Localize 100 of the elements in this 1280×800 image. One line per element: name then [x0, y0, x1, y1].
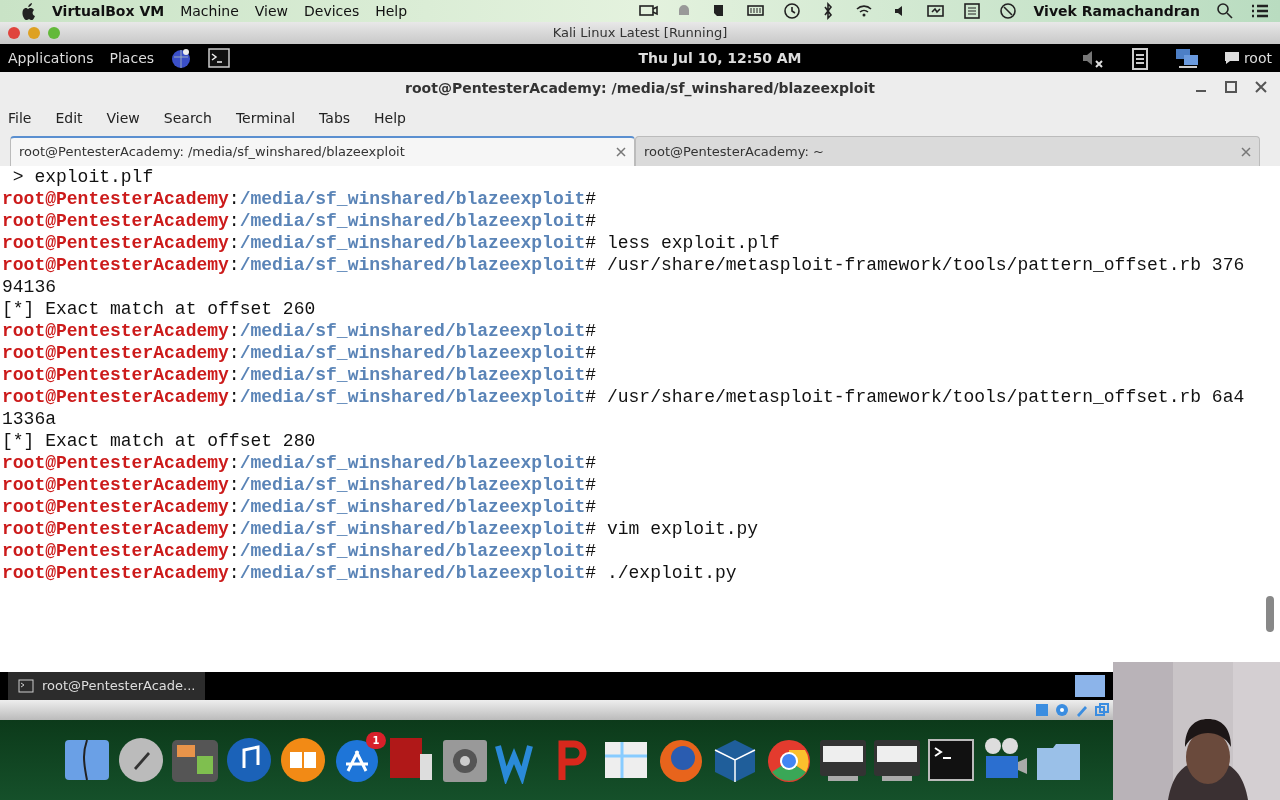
globe-icon[interactable] — [170, 47, 193, 69]
close-icon[interactable] — [1241, 146, 1251, 157]
taskbar-item[interactable]: root@PentesterAcade... — [8, 672, 206, 700]
window-title: Kali Linux Latest [Running] — [552, 24, 728, 43]
prompt-path: /media/sf_winshared/blazeexploit — [239, 343, 586, 363]
command-text: less exploit.plf — [606, 233, 780, 253]
prompt-separator: : — [228, 475, 240, 495]
prompt-separator: : — [228, 541, 240, 561]
prompt-user: root@PentesterAcademy — [2, 497, 229, 517]
prompt-sign: # — [585, 497, 597, 517]
prompt-path: /media/sf_winshared/blazeexploit — [239, 519, 586, 539]
output-text: > exploit.plf — [11, 167, 154, 187]
command-text: ./exploit.py — [606, 563, 737, 583]
prompt-sign: # — [585, 255, 597, 275]
calendar-icon[interactable] — [961, 1, 982, 21]
tab-label: root@PentesterAcademy: /media/sf_winshared/blazeexploit — [19, 143, 406, 162]
terminal-icon[interactable] — [926, 736, 976, 784]
prompt-path: /media/sf_winshared/blazeexploit — [239, 189, 586, 209]
output-text: 94136 — [2, 277, 56, 297]
prompt-path: /media/sf_winshared/blazeexploit — [239, 233, 586, 253]
tab-label: root@PentesterAcademy: ~ — [644, 142, 825, 161]
prompt-path: /media/sf_winshared/blazeexploit — [239, 211, 586, 231]
command-text: /usr/share/metasploit-framework/tools/pattern_offset.rb 6a4 — [606, 387, 1245, 407]
prompt-user: root@PentesterAcademy — [2, 321, 229, 341]
prompt-sign: # — [585, 189, 597, 209]
prompt-user: root@PentesterAcademy — [2, 233, 229, 253]
prompt-path: /media/sf_winshared/blazeexploit — [239, 475, 586, 495]
prompt-sign: # — [585, 321, 597, 341]
workspace-switcher[interactable] — [1075, 675, 1105, 697]
network-icon[interactable] — [1173, 47, 1200, 69]
prompt-user: root@PentesterAcademy — [2, 255, 229, 275]
prompt-sign: # — [585, 233, 597, 253]
clock-icon[interactable] — [781, 1, 802, 21]
prompt-separator: : — [228, 321, 240, 341]
app-menu[interactable]: VirtualBox VM — [52, 0, 165, 22]
terminal-icon — [18, 679, 34, 693]
output-text: 1336a — [2, 409, 56, 429]
terminal-menu[interactable]: File — [8, 107, 32, 129]
terminal-tab[interactable]: root@PentesterAcademy: /media/sf_winshared/blazeexploit — [10, 136, 635, 166]
prompt-user: root@PentesterAcademy — [2, 387, 229, 407]
prompt-path: /media/sf_winshared/blazeexploit — [239, 453, 586, 473]
close-button[interactable] — [8, 27, 20, 39]
prompt-sign: # — [585, 563, 597, 583]
menu-item[interactable]: Devices — [304, 0, 360, 22]
menu-item[interactable]: Help — [375, 0, 408, 22]
prompt-user: root@PentesterAcademy — [2, 475, 229, 495]
close-icon[interactable] — [616, 147, 626, 157]
prompt-sign: # — [585, 519, 597, 539]
prompt-separator: : — [228, 189, 240, 209]
terminal-menu[interactable]: Edit — [55, 107, 83, 129]
output-text: [*] Exact match at offset 280 — [2, 431, 316, 451]
notification-badge: 1 — [366, 732, 386, 749]
terminal-tab[interactable]: root@PentesterAcademy: ~ — [635, 136, 1260, 166]
user-name[interactable]: Vivek Ramachandran — [1033, 0, 1200, 22]
scrollbar[interactable] — [1266, 596, 1274, 632]
circle-slash-icon[interactable] — [997, 1, 1018, 21]
prompt-separator: : — [228, 233, 240, 253]
panel-user[interactable]: root — [1243, 47, 1272, 69]
prompt-user: root@PentesterAcademy — [2, 563, 229, 583]
terminal-menu[interactable]: Tabs — [319, 107, 351, 129]
prompt-separator: : — [228, 365, 240, 385]
prompt-user: root@PentesterAcademy — [2, 189, 229, 209]
prompt-path: /media/sf_winshared/blazeexploit — [239, 563, 586, 583]
terminal-menu[interactable]: Help — [374, 107, 406, 129]
prompt-user: root@PentesterAcademy — [2, 365, 229, 385]
taskbar-label: root@PentesterAcade... — [42, 677, 196, 696]
apple-icon[interactable] — [20, 2, 36, 20]
terminal-icon[interactable] — [208, 48, 231, 68]
terminal-menu[interactable]: Terminal — [235, 107, 296, 129]
terminal-menu[interactable]: View — [106, 107, 140, 129]
panel-clock[interactable]: Thu Jul 10, 12:50 AM — [508, 47, 802, 69]
prompt-path: /media/sf_winshared/blazeexploit — [239, 387, 586, 407]
windows-icon[interactable] — [1094, 702, 1110, 718]
search-icon[interactable] — [1216, 2, 1234, 20]
prompt-user: root@PentesterAcademy — [2, 343, 229, 363]
disc-icon[interactable] — [1054, 702, 1070, 718]
prompt-separator: : — [228, 255, 240, 275]
list-icon[interactable] — [1250, 2, 1270, 20]
prompt-path: /media/sf_winshared/blazeexploit — [239, 541, 586, 561]
prompt-path: /media/sf_winshared/blazeexploit — [239, 321, 586, 341]
prompt-separator: : — [228, 343, 240, 363]
prompt-path: /media/sf_winshared/blazeexploit — [239, 497, 586, 517]
prompt-separator: : — [228, 563, 240, 583]
output-text: [*] Exact match at offset 260 — [2, 299, 316, 319]
panel-menu[interactable]: Places — [109, 47, 155, 69]
prompt-separator: : — [228, 387, 240, 407]
panel-menu[interactable]: Applications — [8, 47, 94, 69]
prompt-separator: : — [228, 519, 240, 539]
menu-item[interactable]: View — [254, 0, 288, 22]
chat-icon[interactable] — [1223, 50, 1240, 66]
terminal-menu[interactable]: Search — [163, 107, 212, 129]
command-text: /usr/share/metasploit-framework/tools/pattern_offset.rb 376 — [606, 255, 1245, 275]
command-text: vim exploit.py — [606, 519, 759, 539]
close-icon[interactable] — [1254, 80, 1268, 94]
prompt-path: /media/sf_winshared/blazeexploit — [239, 365, 586, 385]
prompt-sign: # — [585, 365, 597, 385]
prompt-sign: # — [585, 541, 597, 561]
maximize-icon[interactable] — [1224, 80, 1238, 94]
menu-item[interactable]: Machine — [180, 0, 239, 22]
prompt-sign: # — [585, 475, 597, 495]
